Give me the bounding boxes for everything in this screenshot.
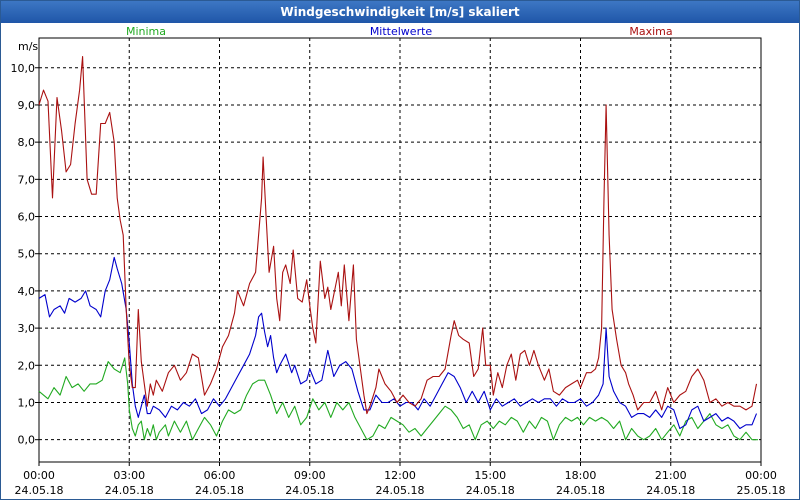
legend-item-maxima: Maxima	[629, 25, 672, 38]
y-tick-label: 1,0	[18, 396, 36, 409]
x-tick-time-label: 09:00	[294, 469, 326, 482]
legend-item-minima: Minima	[126, 25, 166, 38]
x-tick-time-label: 00:00	[745, 469, 777, 482]
y-tick-label: 7,0	[18, 173, 36, 186]
x-tick-time-label: 03:00	[113, 469, 145, 482]
y-tick-label: 2,0	[18, 359, 36, 372]
y-tick-label: 4,0	[18, 285, 36, 298]
y-tick-label: 9,0	[18, 99, 36, 112]
x-tick-date-label: 25.05.18	[737, 484, 786, 497]
x-tick-time-label: 18:00	[565, 469, 597, 482]
y-axis-unit-label: m/s	[18, 40, 38, 53]
x-tick-time-label: 21:00	[655, 469, 687, 482]
y-tick-label: 0,0	[18, 434, 36, 447]
x-tick-date-label: 24.05.18	[556, 484, 605, 497]
x-tick-date-label: 24.05.18	[646, 484, 695, 497]
legend: Minima Mittelwerte Maxima	[126, 25, 673, 38]
y-axis: m/s 0,0 1,0 2,0 3,0 4,0 5,0 6,0 7,0 8,0 9,0 10,0	[11, 40, 39, 447]
x-axis: 00:00 24.05.18 03:00 24.05.18 06:00 24.05.18 0…	[15, 462, 786, 497]
x-tick-date-label: 24.05.18	[466, 484, 515, 497]
x-tick-time-label: 06:00	[204, 469, 236, 482]
legend-item-mittelwerte: Mittelwerte	[370, 25, 433, 38]
y-tick-label: 5,0	[18, 248, 36, 261]
wind-speed-chart: m/s 0,0 1,0 2,0 3,0 4,0 5,0 6,0 7,0 8,0 9,0 10,0 00…	[11, 25, 786, 497]
y-tick-label: 10,0	[11, 62, 36, 75]
x-tick-date-label: 24.05.18	[376, 484, 425, 497]
y-tick-label: 6,0	[18, 211, 36, 224]
y-tick-label: 3,0	[18, 322, 36, 335]
x-tick-date-label: 24.05.18	[15, 484, 64, 497]
x-tick-date-label: 24.05.18	[195, 484, 244, 497]
x-tick-time-label: 12:00	[384, 469, 416, 482]
x-tick-time-label: 00:00	[23, 469, 55, 482]
x-tick-date-label: 24.05.18	[285, 484, 334, 497]
y-tick-label: 8,0	[18, 136, 36, 149]
x-tick-date-label: 24.05.18	[105, 484, 154, 497]
x-tick-time-label: 15:00	[474, 469, 506, 482]
